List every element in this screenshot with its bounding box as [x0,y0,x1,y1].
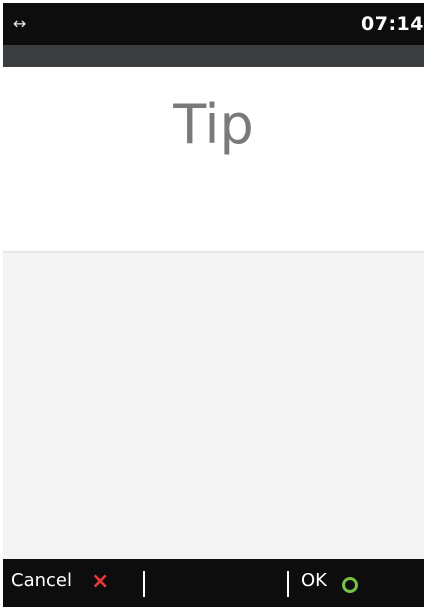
payment-terminal-screen: ↔ 07:14 Tip Cancel × OK [3,3,424,607]
ok-label: OK [301,570,327,591]
ok-circle-icon [342,577,358,593]
title-strip [3,45,424,67]
connection-icon: ↔ [13,14,27,33]
content-area [3,253,424,559]
status-bar: ↔ 07:14 [3,3,424,45]
page-title: Tip [173,93,254,156]
cancel-x-icon: × [91,569,110,594]
screen-header: Tip [3,67,424,253]
softkey-bar: Cancel × OK [3,559,424,607]
cancel-button[interactable]: Cancel × [3,559,153,607]
softkey-divider-left [143,571,145,597]
cancel-label: Cancel [11,570,72,591]
ok-button[interactable]: OK [283,559,424,607]
status-clock: 07:14 [361,13,424,35]
